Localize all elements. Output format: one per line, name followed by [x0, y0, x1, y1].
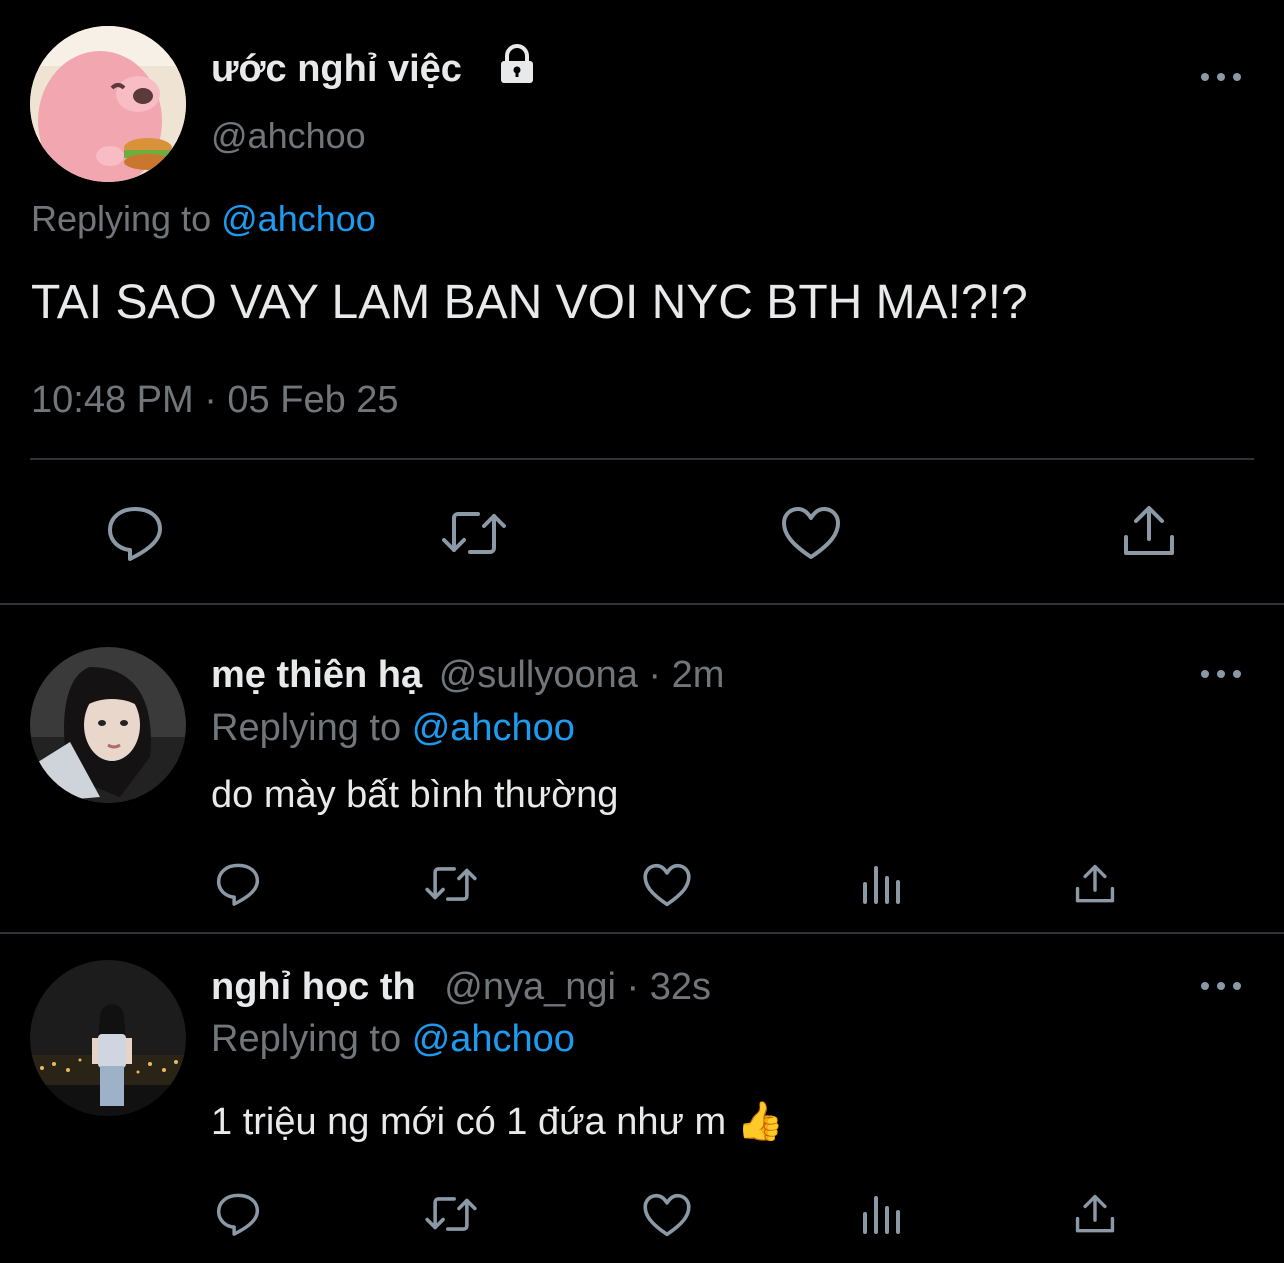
more-options-button[interactable]	[1201, 664, 1241, 684]
dot-icon	[1201, 670, 1209, 678]
share-icon[interactable]	[1120, 503, 1178, 559]
separator-dot: ·	[626, 966, 640, 1008]
reply-icon[interactable]	[214, 860, 262, 908]
replying-to: Replying to @ahchoo	[211, 705, 575, 751]
reply-time[interactable]: 32s	[650, 966, 711, 1008]
share-icon[interactable]	[1073, 862, 1117, 906]
divider	[30, 458, 1254, 460]
display-name[interactable]: nghỉ học th	[211, 966, 416, 1008]
dot-icon	[1217, 670, 1225, 678]
replying-prefix: Replying to	[211, 707, 402, 749]
retweet-icon[interactable]	[440, 506, 508, 560]
tweet-text: TAI SAO VAY LAM BAN VOI NYC BTH MA!?!?	[31, 276, 1028, 329]
share-icon[interactable]	[1073, 1192, 1117, 1236]
display-name-text: ước nghỉ việc	[211, 48, 462, 90]
reply-header: nghỉ học th @nya_ngi · 32s	[211, 964, 711, 1010]
dot-icon	[1217, 73, 1225, 81]
like-icon[interactable]	[642, 1192, 692, 1238]
replying-prefix: Replying to	[31, 198, 212, 239]
thumbs-up-emoji: 👍	[736, 1101, 785, 1143]
dot-icon	[1233, 73, 1241, 81]
avatar[interactable]	[30, 26, 186, 182]
handle[interactable]: @nya_ngi	[444, 966, 616, 1008]
dot-icon	[1201, 73, 1209, 81]
dot-icon	[1217, 982, 1225, 990]
avatar[interactable]	[30, 647, 186, 803]
avatar[interactable]	[30, 960, 186, 1116]
tweet-text-container: 1 triệu ng mới có 1 đứa như m 👍	[211, 1099, 784, 1145]
reply-icon[interactable]	[104, 503, 166, 563]
tweet-timestamp[interactable]: 10:48 PM · 05 Feb 25	[31, 377, 399, 423]
reply-header: mẹ thiên hạ @sullyoona · 2m	[211, 652, 724, 698]
reply-time[interactable]: 2m	[672, 654, 725, 696]
reply-icon[interactable]	[214, 1190, 262, 1238]
like-icon[interactable]	[780, 505, 842, 561]
divider	[0, 932, 1284, 934]
handle[interactable]: @sullyoona	[439, 654, 638, 696]
tweet-text: 1 triệu ng mới có 1 đứa như m	[211, 1101, 727, 1143]
dot-icon	[1233, 982, 1241, 990]
divider	[0, 603, 1284, 605]
dot-icon	[1201, 982, 1209, 990]
replying-to: Replying to @ahchoo	[31, 197, 376, 241]
replying-to-handle[interactable]: @ahchoo	[412, 707, 575, 749]
replying-to-handle[interactable]: @ahchoo	[412, 1018, 575, 1060]
display-name[interactable]: mẹ thiên hạ	[211, 654, 422, 696]
replying-to-handle[interactable]: @ahchoo	[221, 198, 376, 239]
separator-dot: ·	[648, 654, 662, 696]
lock-icon	[495, 43, 539, 87]
views-icon[interactable]	[860, 864, 904, 906]
replying-to: Replying to @ahchoo	[211, 1016, 575, 1062]
dot-icon	[1233, 670, 1241, 678]
replying-prefix: Replying to	[211, 1018, 402, 1060]
tweet-text: do mày bất bình thường	[211, 774, 619, 816]
more-options-button[interactable]	[1201, 976, 1241, 996]
display-name[interactable]: ước nghỉ việc	[211, 46, 462, 92]
like-icon[interactable]	[642, 862, 692, 908]
retweet-icon[interactable]	[424, 1192, 478, 1236]
more-options-button[interactable]	[1201, 67, 1241, 87]
handle[interactable]: @ahchoo	[211, 114, 366, 158]
views-icon[interactable]	[860, 1194, 904, 1236]
retweet-icon[interactable]	[424, 862, 478, 906]
